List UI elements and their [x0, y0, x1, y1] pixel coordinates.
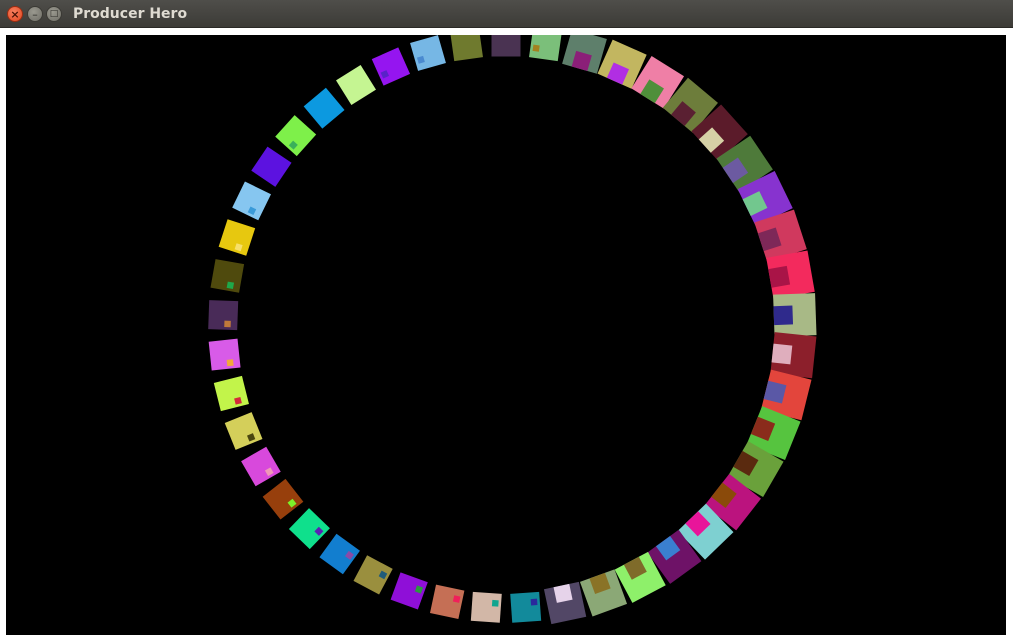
- ring-tile: [450, 35, 483, 62]
- tile-marker: [771, 343, 793, 365]
- tile-marker: [491, 599, 499, 607]
- tile-square: [251, 146, 292, 187]
- ring-tile: [773, 293, 817, 337]
- tile-marker: [768, 265, 791, 288]
- ring-tile: [208, 300, 239, 331]
- ring-tile: [213, 375, 249, 412]
- ring-tile: [232, 181, 271, 221]
- tile-square: [319, 533, 360, 575]
- window-title: Producer Hero: [73, 6, 188, 22]
- ring-tile: [262, 478, 304, 520]
- ring-tile: [218, 219, 256, 256]
- ring-tile: [241, 446, 281, 487]
- tile-square: [470, 591, 502, 623]
- maximize-icon: □: [49, 8, 59, 19]
- ring-tile: [766, 250, 815, 300]
- tile-square: [232, 181, 271, 221]
- tile-square: [213, 375, 249, 412]
- ring-tile: [224, 412, 263, 450]
- tile-marker: [773, 305, 794, 326]
- tile-square: [208, 300, 239, 331]
- tile-square: [450, 35, 483, 62]
- tile-marker: [226, 359, 234, 367]
- minimize-button[interactable]: –: [27, 6, 43, 22]
- ring-tile: [319, 533, 360, 575]
- tile-square: [208, 338, 241, 371]
- tile-marker: [530, 598, 538, 606]
- tile-square: [275, 115, 317, 157]
- tile-ring: [208, 35, 817, 625]
- title-bar[interactable]: × – □ Producer Hero: [0, 0, 1013, 28]
- render-canvas[interactable]: [6, 35, 1006, 635]
- tile-marker: [532, 44, 540, 52]
- ring-tile: [430, 584, 465, 619]
- tile-marker: [224, 320, 231, 328]
- ring-tile: [529, 35, 562, 62]
- ring-tile: [543, 581, 587, 625]
- ring-tile: [251, 146, 292, 187]
- ring-tile: [303, 87, 345, 129]
- ring-tile: [353, 555, 393, 595]
- maximize-button[interactable]: □: [46, 6, 62, 22]
- ring-tile: [410, 35, 446, 71]
- tile-marker: [553, 583, 573, 603]
- tile-square: [262, 478, 304, 520]
- tile-square: [218, 219, 256, 256]
- tile-marker: [226, 281, 235, 289]
- close-button[interactable]: ×: [7, 6, 23, 22]
- app-window: × – □ Producer Hero: [0, 0, 1013, 642]
- ring-tile: [491, 35, 521, 57]
- tile-square: [303, 87, 345, 129]
- tile-marker: [452, 595, 461, 603]
- tile-square: [410, 35, 446, 71]
- ring-tile: [510, 591, 542, 623]
- tile-square: [390, 572, 428, 610]
- ring-tile: [275, 115, 317, 157]
- ring-tile: [371, 47, 411, 86]
- ring-tile: [470, 591, 502, 623]
- tile-square: [510, 591, 542, 623]
- tile-square: [336, 65, 376, 105]
- tile-square: [371, 47, 411, 86]
- ring-tile: [208, 338, 241, 371]
- tile-square: [491, 35, 521, 57]
- tile-square: [224, 412, 263, 450]
- tile-square: [353, 555, 393, 595]
- ring-tile: [210, 259, 245, 293]
- ring-tile: [390, 572, 428, 610]
- ring-tile: [288, 508, 330, 550]
- tile-square: [288, 508, 330, 550]
- minimize-icon: –: [32, 7, 38, 21]
- tile-square: [241, 446, 281, 487]
- ring-tile: [336, 65, 376, 105]
- close-icon: ×: [10, 7, 20, 21]
